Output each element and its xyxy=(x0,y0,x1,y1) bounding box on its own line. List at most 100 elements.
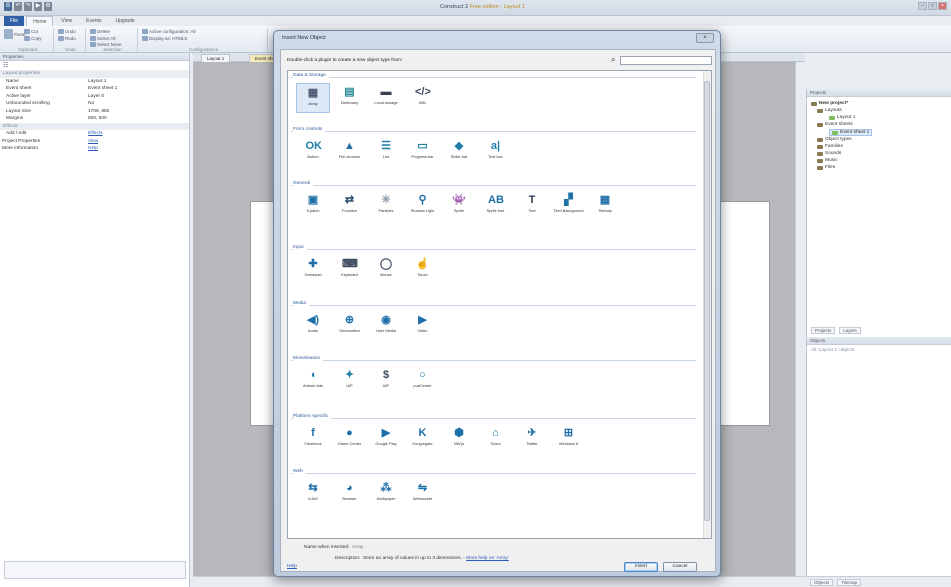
plugin-list-scrollbar[interactable] xyxy=(703,71,711,538)
property-category[interactable]: Layout properties xyxy=(0,70,189,78)
property-value[interactable]: 500, 500 xyxy=(88,115,107,123)
plugin-list[interactable]: ☰ List xyxy=(369,137,403,167)
property-value[interactable]: No xyxy=(88,100,94,108)
view-link[interactable]: View xyxy=(88,138,98,146)
plugin-scirra[interactable]: ⌂ Scirra xyxy=(479,424,513,454)
property-row-active-layer[interactable]: Active layer Layer 0 xyxy=(0,93,189,101)
maximize-icon[interactable]: □ xyxy=(928,2,937,10)
tree-item-event-sheets[interactable]: Event sheets xyxy=(817,122,853,127)
property-value[interactable]: 1708, 960 xyxy=(88,108,109,116)
plugin-websocket[interactable]: ⇋ Websocket xyxy=(406,479,440,509)
minimize-icon[interactable]: – xyxy=(918,2,927,10)
plugin-admob[interactable]: ◖ Admob Ads xyxy=(296,366,330,396)
select-all-button[interactable]: Select All xyxy=(90,36,116,41)
tab-objects[interactable]: Objects xyxy=(810,579,834,586)
property-value[interactable]: Layout 1 xyxy=(88,78,106,86)
property-row-unbounded-scrolling[interactable]: Unbounded scrolling No xyxy=(0,100,189,108)
tree-item-families[interactable]: Families xyxy=(817,144,843,149)
help-link[interactable]: Help xyxy=(88,145,98,153)
plugin-text-box[interactable]: a| Text box xyxy=(479,137,513,167)
plugin-function[interactable]: ⇄ Function xyxy=(333,191,367,221)
plugin-touch[interactable]: ☝ Touch xyxy=(406,255,440,285)
plugin-text[interactable]: T Text xyxy=(515,191,549,221)
close-window-icon[interactable]: × xyxy=(938,2,947,10)
search-input[interactable] xyxy=(620,56,712,65)
sort-icon[interactable]: ☷ xyxy=(3,63,8,69)
tree-item-layouts[interactable]: Layouts xyxy=(817,108,842,113)
property-row-event-sheet[interactable]: Event sheet Event sheet 1 xyxy=(0,85,189,93)
delete-button[interactable]: Delete xyxy=(90,29,110,34)
tab-projects[interactable]: Projects xyxy=(811,327,836,334)
plugin-geolocation[interactable]: ⊕ Geolocation xyxy=(333,311,367,341)
plugin-dollar[interactable]: $ IAP xyxy=(369,366,403,396)
plugin-xml[interactable]: </> XML xyxy=(406,83,440,113)
tree-item-object-types[interactable]: Object types xyxy=(817,137,852,142)
tab-events[interactable]: Events xyxy=(80,16,107,26)
plugin-pubcenter[interactable]: ○ pubCenter xyxy=(406,366,440,396)
property-row-effects[interactable]: Add / edit Effects xyxy=(0,130,189,138)
plugin-button[interactable]: OK Button xyxy=(296,137,330,167)
undo-button[interactable]: Undo xyxy=(58,29,76,34)
plugin-nwjs[interactable]: ⬢ NW.js xyxy=(442,424,476,454)
plugin-slider-bar[interactable]: ◆ Slider bar xyxy=(442,137,476,167)
plugin-sprite[interactable]: 👾 Sprite xyxy=(442,191,476,221)
plugin-list-scroll-thumb[interactable] xyxy=(704,81,710,521)
layout-horizontal-scrollbar[interactable] xyxy=(193,576,805,587)
active-configuration-dropdown[interactable]: Active configuration: All xyxy=(142,29,196,34)
plugin-nine-patch[interactable]: ▣ 9-patch xyxy=(296,191,330,221)
property-row-more-info[interactable]: More information Help xyxy=(0,145,189,153)
plugin-kongregate[interactable]: K Kongregate xyxy=(406,424,440,454)
plugin-google-play[interactable]: ▶ Google Play xyxy=(369,424,403,454)
plugin-list[interactable]: Data & Storage ▦ Array ▤ Dictionary ▬ Local st… xyxy=(287,70,712,539)
tree-item-music[interactable]: Music xyxy=(817,158,838,163)
property-value[interactable]: Event sheet 1 xyxy=(88,85,117,93)
plugin-audio[interactable]: ◀) Audio xyxy=(296,311,330,341)
tree-item-event-sheet-1[interactable]: Event sheet 1 xyxy=(829,129,873,136)
redo-button[interactable]: Redo xyxy=(58,36,76,41)
plugin-tiled-background[interactable]: ▞ Tiled Background xyxy=(552,191,586,221)
plugin-ajax[interactable]: ⇆ AJAX xyxy=(296,479,330,509)
insert-button[interactable]: Insert xyxy=(624,562,658,572)
property-value[interactable]: Layer 0 xyxy=(88,93,104,101)
tab-layers[interactable]: Layers xyxy=(839,327,861,334)
plugin-user-media[interactable]: ◉ User Media xyxy=(369,311,403,341)
tree-item-files[interactable]: Files xyxy=(817,165,835,170)
property-category-effects[interactable]: Effects xyxy=(0,122,189,130)
tab-layout-1[interactable]: Layout 1 xyxy=(201,54,231,62)
plugin-mouse[interactable]: ◯ Mouse xyxy=(369,255,403,285)
tab-upgrade[interactable]: Upgrade xyxy=(109,16,140,26)
more-help-link[interactable]: More help on 'Array' xyxy=(466,556,509,561)
plugin-facebook[interactable]: f Facebook xyxy=(296,424,330,454)
property-row-margins[interactable]: Margins 500, 500 xyxy=(0,115,189,123)
plugin-twitter[interactable]: ✈ Twitter xyxy=(515,424,549,454)
redo-icon[interactable]: ↷ xyxy=(24,2,32,11)
tab-view[interactable]: View xyxy=(55,16,78,26)
help-link[interactable]: Help xyxy=(287,564,297,569)
objects-filter-label[interactable]: All 'Layout 1' objects xyxy=(811,348,854,353)
tree-item-layout-1[interactable]: Layout 1 xyxy=(829,115,855,120)
tab-tilemap[interactable]: Tilemap xyxy=(837,579,862,586)
plugin-browser[interactable]: ◕ Browser xyxy=(333,479,367,509)
plugin-tilemap[interactable]: ▦ Tilemap xyxy=(588,191,622,221)
plugin-game-center[interactable]: ● Game Center xyxy=(333,424,367,454)
plugin-video[interactable]: ▶ Video xyxy=(406,311,440,341)
debug-icon[interactable]: ⚙ xyxy=(44,2,52,11)
plugin-windows[interactable]: ⊞ Windows 8 xyxy=(552,424,586,454)
paste-button[interactable]: Paste xyxy=(4,29,26,39)
effects-link[interactable]: Effects xyxy=(88,130,103,138)
plugin-local-storage[interactable]: ▬ Local storage xyxy=(369,83,403,113)
plugin-gamepad[interactable]: ✚ Gamepad xyxy=(296,255,330,285)
plugin-iap[interactable]: ✦ IAP xyxy=(333,366,367,396)
plugin-multiplayer[interactable]: ⁂ Multiplayer xyxy=(369,479,403,509)
plugin-keyboard[interactable]: ⌨ Keyboard xyxy=(333,255,367,285)
app-logo-icon[interactable]: B xyxy=(4,2,12,11)
cut-button[interactable]: Cut xyxy=(24,29,38,34)
plugin-progress-bar[interactable]: ▭ Progress bar xyxy=(406,137,440,167)
plugin-particles[interactable]: ✳ Particles xyxy=(369,191,403,221)
tree-root[interactable]: New project* xyxy=(811,101,848,106)
property-row-name[interactable]: Name Layout 1 xyxy=(0,78,189,86)
cancel-button[interactable]: Cancel xyxy=(663,562,697,572)
tree-item-sounds[interactable]: Sounds xyxy=(817,151,841,156)
display-as-dropdown[interactable]: Display as: HTML5 xyxy=(142,36,187,41)
layout-vertical-scrollbar[interactable] xyxy=(795,62,805,576)
